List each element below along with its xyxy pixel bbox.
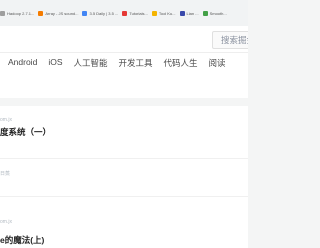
bookmark-favicon-icon xyxy=(179,10,185,16)
bookmark-favicon-icon xyxy=(0,10,5,16)
bookmark-item[interactable]: Smooth... xyxy=(202,10,227,16)
article-meta: 日蒸 xyxy=(0,171,11,177)
bookmark-item[interactable]: 3.5 Daily | 3.5 ... xyxy=(82,10,119,16)
bookmark-item[interactable]: Array - JS sound... xyxy=(38,10,79,16)
article-title[interactable]: e的魔法(上) xyxy=(0,234,44,246)
article-list: om.jx 度系统（一） 日蒸 om.jx e的魔法(上) xyxy=(0,106,248,248)
search-input[interactable]: 搜索掘金 xyxy=(212,31,248,49)
bookmark-label: Array - JS sound... xyxy=(45,10,79,16)
nav-item-dev-tools[interactable]: 开发工具 xyxy=(119,57,153,69)
bookmark-favicon-icon xyxy=(202,10,208,16)
bookmark-favicon-icon xyxy=(151,10,157,16)
search-placeholder: 搜索掘金 xyxy=(221,35,248,45)
header-divider xyxy=(0,52,248,53)
article-meta: om.jx xyxy=(0,219,12,225)
nav-item-code-life[interactable]: 代码人生 xyxy=(164,57,198,69)
bookmark-favicon-icon xyxy=(38,10,44,16)
bookmark-label: Smooth... xyxy=(209,10,227,16)
article-meta: om.jx xyxy=(0,117,12,123)
nav-item-ios[interactable]: iOS xyxy=(48,57,62,69)
bookmark-item[interactable]: Tutorials... xyxy=(122,10,148,16)
bookmarks-bar: Hadoop 2.7.1... Array - JS sound... 3.5 … xyxy=(0,0,248,26)
bookmark-item[interactable]: Tool Ku... xyxy=(151,10,176,16)
article-title[interactable]: 度系统（一） xyxy=(0,126,51,138)
row-divider xyxy=(0,158,248,159)
bookmark-label: 3.5 Daily | 3.5 ... xyxy=(89,10,119,16)
bookmark-item[interactable]: Hadoop 2.7.1... xyxy=(0,10,35,16)
bookmark-favicon-icon xyxy=(122,10,128,16)
nav-item-ai[interactable]: 人工智能 xyxy=(73,57,107,69)
bookmark-item[interactable]: Lian ... xyxy=(179,10,199,16)
bookmark-label: Tool Ku... xyxy=(158,10,176,16)
row-divider xyxy=(0,196,248,197)
bookmark-label: Tutorials... xyxy=(129,10,148,16)
bookmark-favicon-icon xyxy=(82,10,88,16)
category-nav: Android iOS 人工智能 开发工具 代码人生 阅读 xyxy=(8,57,226,69)
nav-item-android[interactable]: Android xyxy=(8,57,37,69)
nav-item-reading[interactable]: 阅读 xyxy=(209,57,226,69)
bookmark-label: Hadoop 2.7.1... xyxy=(7,10,35,16)
bookmark-label: Lian ... xyxy=(186,10,199,16)
browser-viewport: Hadoop 2.7.1... Array - JS sound... 3.5 … xyxy=(0,0,248,248)
site-header: 搜索掘金 Android iOS 人工智能 开发工具 代码人生 阅读 xyxy=(0,26,248,98)
